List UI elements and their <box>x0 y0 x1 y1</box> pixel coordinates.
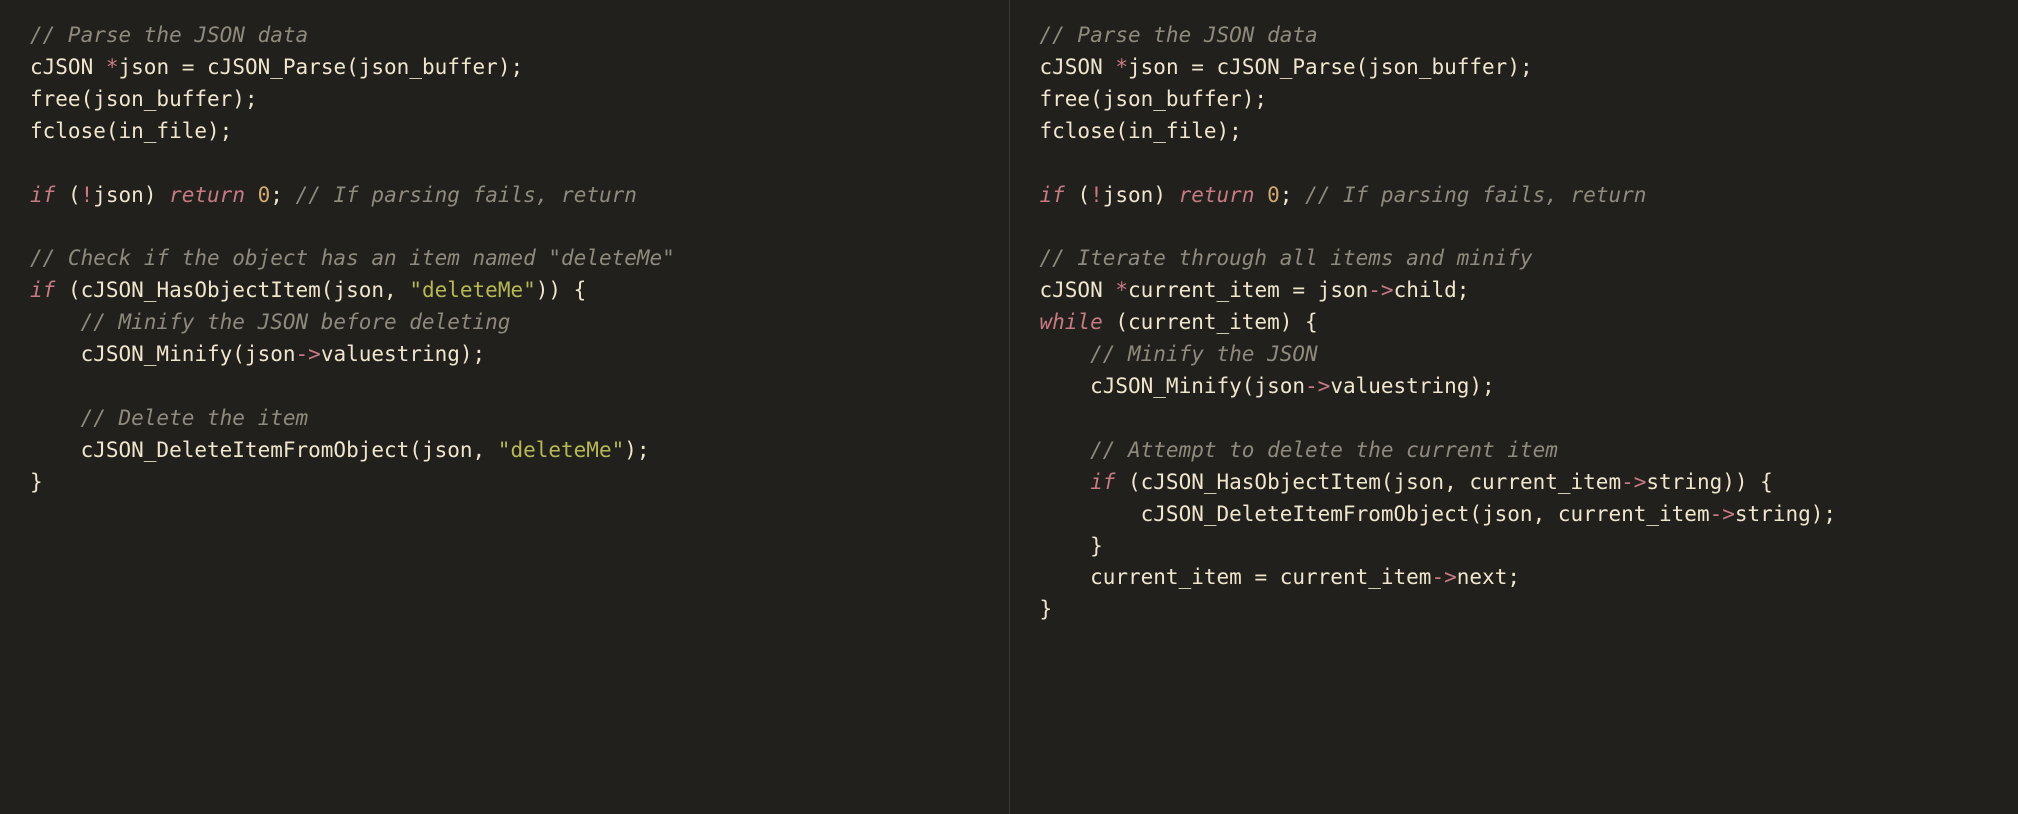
code-text: json <box>119 55 182 79</box>
code-text: cJSON_DeleteItemFromObject(json, <box>30 438 498 462</box>
code-keyword: if <box>30 278 55 302</box>
code-text: json <box>1305 278 1368 302</box>
code-text: valuestring); <box>321 342 485 366</box>
code-text: valuestring); <box>1330 374 1494 398</box>
code-text: fclose(in_file); <box>30 119 232 143</box>
code-text: = <box>182 55 195 79</box>
code-text: current_item <box>1267 565 1431 589</box>
code-comment: // Check if the object has an item named… <box>30 246 675 270</box>
code-text: = <box>1292 278 1305 302</box>
code-keyword: while <box>1040 310 1103 334</box>
code-text: } <box>1040 597 1053 621</box>
diff-container: // Parse the JSON data cJSON *json = cJS… <box>0 0 2018 814</box>
code-text: cJSON_DeleteItemFromObject(json, current… <box>1040 502 1710 526</box>
code-text: current_item <box>1128 278 1292 302</box>
code-text: -> <box>1710 502 1735 526</box>
code-string: "deleteMe" <box>498 438 624 462</box>
code-text: ; <box>1280 183 1305 207</box>
code-text: string); <box>1735 502 1836 526</box>
code-comment: // Iterate through all items and minify <box>1040 246 1533 270</box>
left-code-pane[interactable]: // Parse the JSON data cJSON *json = cJS… <box>0 0 1009 814</box>
code-text: -> <box>1305 374 1330 398</box>
code-comment: // Attempt to delete the current item <box>1040 438 1558 462</box>
code-text: = <box>1191 55 1204 79</box>
code-text: (cJSON_HasObjectItem(json, <box>55 278 409 302</box>
code-text: ! <box>81 183 94 207</box>
code-text: } <box>1040 534 1103 558</box>
code-comment: // Parse the JSON data <box>30 23 308 47</box>
code-keyword: if <box>1040 183 1065 207</box>
code-text: free(json_buffer); <box>30 87 258 111</box>
code-text: json) <box>93 183 169 207</box>
code-number: 0 <box>258 183 271 207</box>
code-text: ; <box>270 183 295 207</box>
code-text: free(json_buffer); <box>1040 87 1268 111</box>
code-text: child; <box>1394 278 1470 302</box>
code-text <box>1254 183 1267 207</box>
code-text: * <box>1115 55 1128 79</box>
code-text: cJSON <box>30 55 106 79</box>
code-text: fclose(in_file); <box>1040 119 1242 143</box>
code-comment: // Minify the JSON before deleting <box>30 310 510 334</box>
code-keyword: if <box>1040 470 1116 494</box>
code-text: cJSON_Minify(json <box>1040 374 1306 398</box>
code-text: (cJSON_HasObjectItem(json, current_item <box>1115 470 1621 494</box>
code-text: json <box>1128 55 1191 79</box>
code-keyword: if <box>30 183 55 207</box>
code-text: ! <box>1090 183 1103 207</box>
code-comment: // Minify the JSON <box>1040 342 1318 366</box>
code-text: -> <box>1431 565 1456 589</box>
code-comment: // Parse the JSON data <box>1040 23 1318 47</box>
code-keyword: return <box>169 183 245 207</box>
code-text: -> <box>1368 278 1393 302</box>
code-string: "deleteMe" <box>409 278 535 302</box>
code-text: ); <box>624 438 649 462</box>
code-text: (current_item) { <box>1103 310 1318 334</box>
code-comment: // Delete the item <box>30 406 308 430</box>
code-keyword: return <box>1179 183 1255 207</box>
code-text: )) { <box>536 278 587 302</box>
code-text: current_item <box>1040 565 1255 589</box>
code-text: ( <box>55 183 80 207</box>
code-text: json) <box>1103 183 1179 207</box>
code-text: cJSON_Parse(json_buffer); <box>194 55 523 79</box>
code-text: * <box>1115 278 1128 302</box>
code-text: cJSON <box>1040 55 1116 79</box>
code-text: next; <box>1457 565 1520 589</box>
code-text: -> <box>1621 470 1646 494</box>
code-text: } <box>30 470 43 494</box>
code-text: ( <box>1065 183 1090 207</box>
code-number: 0 <box>1267 183 1280 207</box>
code-text: string)) { <box>1646 470 1772 494</box>
code-text: -> <box>296 342 321 366</box>
code-text: cJSON_Minify(json <box>30 342 296 366</box>
code-text: cJSON_Parse(json_buffer); <box>1204 55 1533 79</box>
code-text: = <box>1254 565 1267 589</box>
code-comment: // If parsing fails, return <box>296 183 637 207</box>
code-comment: // If parsing fails, return <box>1305 183 1646 207</box>
code-text: cJSON <box>1040 278 1116 302</box>
code-text: * <box>106 55 119 79</box>
code-text <box>245 183 258 207</box>
right-code-pane[interactable]: // Parse the JSON data cJSON *json = cJS… <box>1010 0 2018 814</box>
